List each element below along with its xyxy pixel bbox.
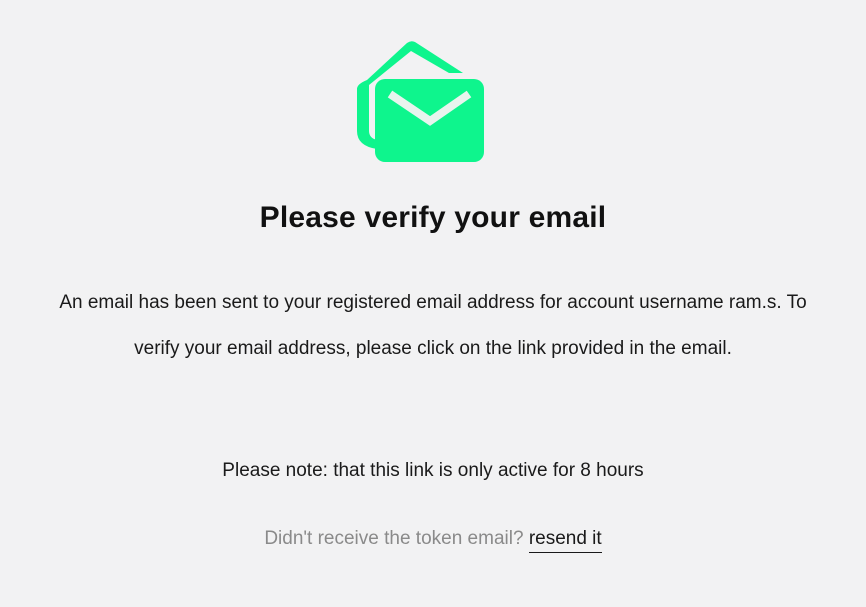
resend-link[interactable]: resend it (528, 528, 602, 553)
resend-prompt: Didn't receive the token email? (264, 528, 524, 549)
envelope-icon (357, 41, 484, 162)
verification-message: An email has been sent to your registere… (59, 292, 807, 359)
resend-row: Didn't receive the token email? resend i… (0, 524, 866, 554)
page-title: Please verify your email (259, 201, 607, 234)
verify-email-page: Please verify your email An email has be… (0, 0, 866, 607)
expiry-note: Please note: that this link is only acti… (222, 460, 644, 481)
